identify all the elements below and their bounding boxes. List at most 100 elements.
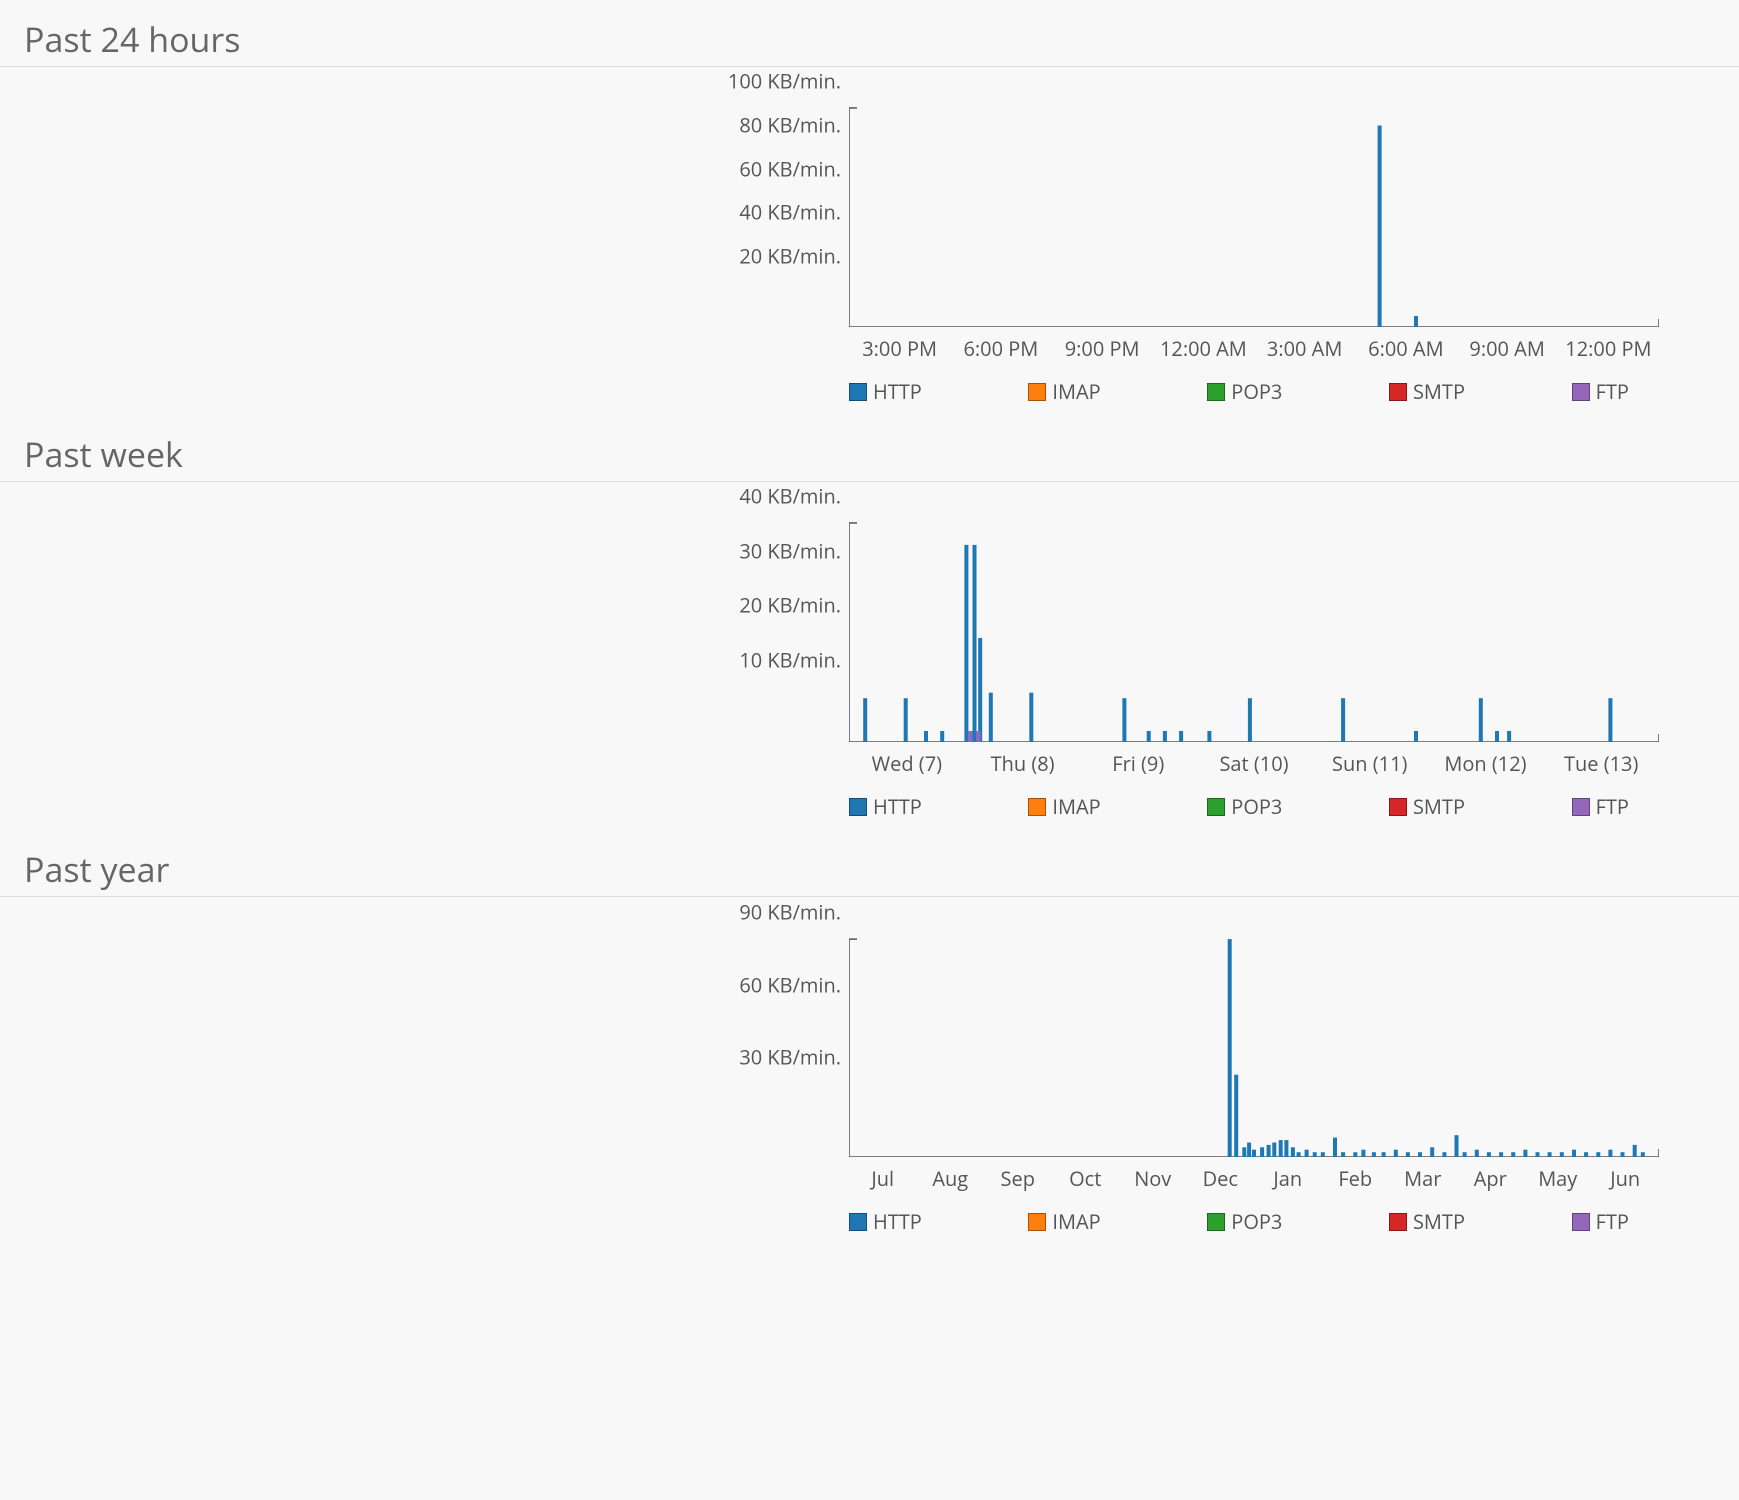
bar [1313, 1152, 1317, 1157]
legend-swatch-icon [1207, 1213, 1225, 1231]
y-tick-label: 80 KB/min. [739, 111, 841, 138]
legend-item-pop3[interactable]: POP3 [1207, 378, 1282, 405]
bar [1442, 1152, 1446, 1157]
bar [977, 731, 981, 742]
bar [1572, 1150, 1576, 1157]
y-tick-label: 40 KB/min. [739, 482, 841, 509]
x-tick-label: 6:00 AM [1355, 335, 1456, 362]
legend-item-smtp[interactable]: SMTP [1389, 793, 1465, 820]
bar [1608, 1150, 1612, 1157]
section-title: Past 24 hours [0, 10, 1739, 67]
legend-item-imap[interactable]: IMAP [1028, 378, 1100, 405]
y-tick-label: 30 KB/min. [739, 1044, 841, 1071]
bar [1247, 1143, 1251, 1158]
x-axis: JulAugSepOctNovDecJanFebMarAprMayJun [849, 1157, 1659, 1192]
bar [1341, 1152, 1345, 1157]
section-past-year: Past year 30 KB/min.60 KB/min.90 KB/min.… [0, 840, 1739, 1235]
bar [1382, 1152, 1386, 1157]
legend-item-smtp[interactable]: SMTP [1389, 1208, 1465, 1235]
bar [1228, 939, 1232, 1157]
bar [978, 638, 982, 742]
y-axis: 10 KB/min.20 KB/min.30 KB/min.40 KB/min. [699, 512, 849, 742]
legend-item-http[interactable]: HTTP [849, 793, 922, 820]
legend-item-smtp[interactable]: SMTP [1389, 378, 1465, 405]
bar [1536, 1152, 1540, 1157]
legend-swatch-icon [849, 383, 867, 401]
chart-container: 20 KB/min. 40 KB/min. 60 KB/min. 80 KB/min.… [0, 67, 1739, 405]
bar [1499, 1152, 1503, 1157]
x-tick-label: 12:00 AM [1153, 335, 1254, 362]
legend-item-imap[interactable]: IMAP [1028, 793, 1100, 820]
legend-label: HTTP [873, 793, 922, 820]
bar [1179, 731, 1183, 742]
legend-item-pop3[interactable]: POP3 [1207, 793, 1282, 820]
legend-item-http[interactable]: HTTP [849, 378, 922, 405]
x-tick-label: May [1524, 1165, 1592, 1192]
legend-item-ftp[interactable]: FTP [1572, 793, 1629, 820]
bar [1430, 1147, 1434, 1157]
bar [1341, 698, 1345, 742]
x-tick-label: Sun (11) [1312, 750, 1428, 777]
legend-label: FTP [1596, 793, 1629, 820]
legend-item-ftp[interactable]: FTP [1572, 1208, 1629, 1235]
legend-item-imap[interactable]: IMAP [1028, 1208, 1100, 1235]
x-tick-label: Fri (9) [1080, 750, 1196, 777]
x-tick-label: 12:00 PM [1558, 335, 1659, 362]
legend-label: IMAP [1052, 1208, 1100, 1235]
page-root: Past 24 hours 20 KB/min. 40 KB/min. 60 KB/… [0, 0, 1739, 1295]
legend-item-ftp[interactable]: FTP [1572, 378, 1629, 405]
legend-swatch-icon [1389, 1213, 1407, 1231]
legend-swatch-icon [1572, 1213, 1590, 1231]
y-tick-label: 90 KB/min. [739, 899, 841, 926]
chart-container: 10 KB/min.20 KB/min.30 KB/min.40 KB/min.… [0, 482, 1739, 820]
bar [1641, 1152, 1645, 1157]
y-tick-label: 20 KB/min. [739, 243, 841, 270]
bar [1333, 1138, 1337, 1157]
legend-item-pop3[interactable]: POP3 [1207, 1208, 1282, 1235]
bar [1284, 1140, 1288, 1157]
section-title: Past week [0, 425, 1739, 482]
legend-label: POP3 [1231, 793, 1282, 820]
bar [1487, 1152, 1491, 1157]
x-tick-label: 9:00 AM [1457, 335, 1558, 362]
legend-item-http[interactable]: HTTP [849, 1208, 922, 1235]
legend-label: HTTP [873, 378, 922, 405]
legend-label: HTTP [873, 1208, 922, 1235]
legend-label: POP3 [1231, 378, 1282, 405]
x-tick-label: Sep [984, 1165, 1052, 1192]
bar [1406, 1152, 1410, 1157]
chart-block: 30 KB/min.60 KB/min.90 KB/min. JulAugSep… [699, 927, 1659, 1235]
legend-label: FTP [1596, 1208, 1629, 1235]
legend-swatch-icon [1028, 798, 1046, 816]
bar [964, 545, 968, 742]
chart-plot [849, 97, 1659, 327]
bar [1455, 1135, 1459, 1157]
x-tick-label: Apr [1457, 1165, 1525, 1192]
bar [1272, 1143, 1276, 1158]
bar [1463, 1152, 1467, 1157]
x-tick-label: Oct [1052, 1165, 1120, 1192]
bar [1242, 1147, 1246, 1157]
bar [1321, 1152, 1325, 1157]
bar [1291, 1147, 1295, 1157]
y-tick-label: 30 KB/min. [739, 537, 841, 564]
bar [1608, 698, 1612, 742]
bar [969, 731, 973, 742]
legend-swatch-icon [1572, 383, 1590, 401]
bar [1361, 1150, 1365, 1157]
legend-swatch-icon [1207, 798, 1225, 816]
section-past-24-hours: Past 24 hours 20 KB/min. 40 KB/min. 60 KB/… [0, 10, 1739, 405]
bar [1414, 316, 1418, 327]
y-tick-label: 40 KB/min. [739, 199, 841, 226]
bar [1029, 693, 1033, 742]
x-tick-label: Tue (13) [1543, 750, 1659, 777]
y-tick-label: 60 KB/min. [739, 155, 841, 182]
bar [1122, 698, 1126, 742]
chart-plot [849, 927, 1659, 1157]
bar [1252, 1150, 1256, 1157]
bar [1495, 731, 1499, 742]
chart-plot [849, 512, 1659, 742]
bar [1584, 1152, 1588, 1157]
bar [973, 545, 977, 742]
y-tick-label: 10 KB/min. [739, 647, 841, 674]
